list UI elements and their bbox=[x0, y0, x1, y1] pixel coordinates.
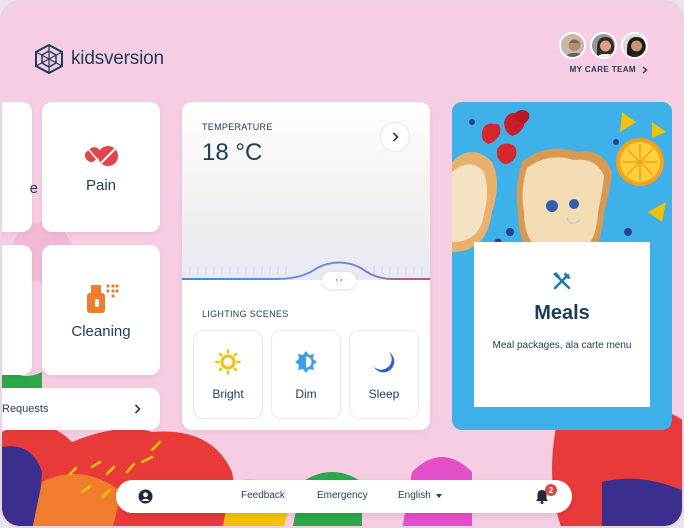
tile-label: Cleaning bbox=[71, 322, 131, 340]
temperature-slider-handle[interactable]: ‹ › bbox=[322, 272, 356, 289]
temperature-details-button[interactable] bbox=[380, 122, 410, 152]
emergency-link[interactable]: Emergency bbox=[317, 490, 368, 501]
sun-icon bbox=[215, 348, 241, 375]
utensils-icon bbox=[553, 272, 571, 290]
language-select[interactable]: English bbox=[398, 490, 442, 501]
care-team[interactable]: MY CARE TEAM bbox=[559, 32, 648, 74]
scene-sleep-button[interactable]: Sleep bbox=[349, 330, 419, 419]
feedback-link[interactable]: Feedback bbox=[241, 490, 285, 501]
caret-down-icon bbox=[435, 493, 442, 498]
care-team-link[interactable]: MY CARE TEAM bbox=[570, 65, 648, 74]
language-value: English bbox=[398, 490, 431, 501]
moon-icon bbox=[373, 351, 395, 372]
brand-name: kidsversion bbox=[71, 48, 164, 69]
scene-dim-button[interactable]: Dim bbox=[271, 330, 341, 419]
spray-bottle-icon bbox=[87, 283, 119, 313]
temperature-slider[interactable] bbox=[182, 252, 430, 282]
avatar[interactable] bbox=[590, 32, 617, 59]
meals-card[interactable]: Meals Meal packages, ala carte menu bbox=[452, 102, 672, 430]
lighting-label: LIGHTING SCENES bbox=[202, 309, 289, 319]
avatar[interactable] bbox=[559, 32, 586, 59]
scene-bright-button[interactable]: Bright bbox=[193, 330, 263, 419]
chevron-right-icon bbox=[134, 404, 141, 414]
avatar[interactable] bbox=[621, 32, 648, 59]
meals-photo bbox=[452, 102, 672, 262]
requests-row[interactable]: Requests bbox=[2, 388, 160, 430]
brand-logo[interactable]: kidsversion bbox=[35, 44, 164, 74]
meals-subtitle: Meal packages, ala carte menu bbox=[492, 340, 632, 351]
requests-label: Requests bbox=[2, 403, 49, 415]
service-tile-cleaning[interactable]: Cleaning bbox=[42, 245, 160, 375]
notification-badge: 2 bbox=[545, 484, 557, 496]
chevron-right-icon bbox=[642, 65, 648, 74]
meals-title: Meals bbox=[534, 302, 590, 324]
app-frame: kidsversion MY CARE TEAM e Pain Cleaning… bbox=[0, 0, 684, 528]
temperature-label: TEMPERATURE bbox=[202, 122, 273, 132]
care-team-avatars[interactable] bbox=[559, 32, 648, 59]
scene-label: Sleep bbox=[368, 386, 400, 401]
service-tile-partial-top[interactable]: e bbox=[2, 102, 38, 232]
climate-card: TEMPERATURE 18 °C ‹ › LIGHTING SCENES Br… bbox=[182, 102, 430, 430]
chevron-right-icon bbox=[392, 132, 399, 142]
service-tile-partial-bottom[interactable] bbox=[2, 245, 32, 375]
pill-icon bbox=[84, 145, 118, 166]
bottom-bar: Feedback Emergency English 2 bbox=[116, 480, 572, 513]
logo-icon bbox=[35, 44, 63, 74]
scene-label: Bright bbox=[212, 386, 244, 401]
temperature-value: 18 °C bbox=[202, 139, 263, 166]
meals-info: Meals Meal packages, ala carte menu bbox=[474, 242, 650, 407]
half-sun-icon bbox=[295, 350, 317, 373]
scene-label: Dim bbox=[295, 386, 317, 401]
care-team-label: MY CARE TEAM bbox=[569, 65, 636, 74]
tile-label: e bbox=[29, 180, 38, 197]
account-icon[interactable] bbox=[138, 489, 153, 504]
tile-label: Pain bbox=[85, 176, 117, 194]
service-tile-pain[interactable]: Pain bbox=[42, 102, 160, 232]
